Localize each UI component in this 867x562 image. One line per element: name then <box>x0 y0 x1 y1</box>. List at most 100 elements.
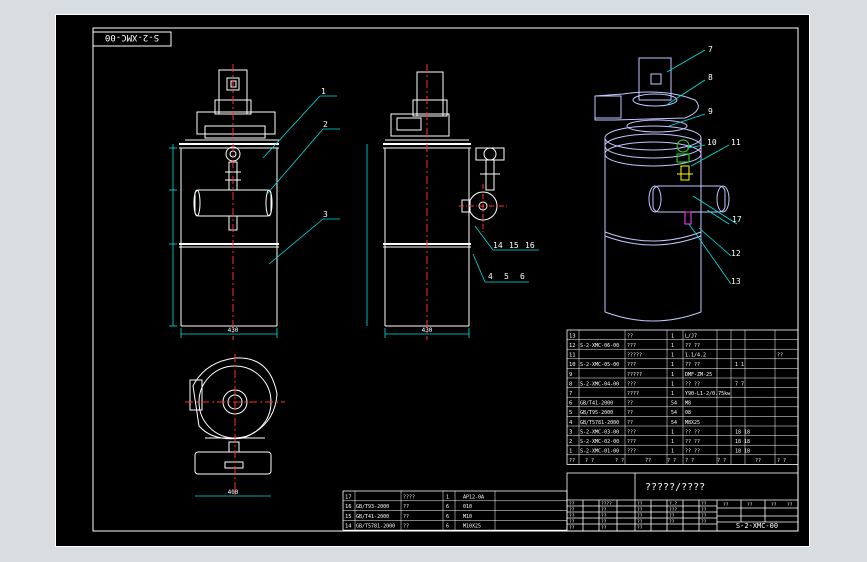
bom-upper-qty: 1 <box>671 362 674 368</box>
bom-upper-material: ?? ?? <box>685 449 700 455</box>
balloon-13: 13 <box>731 277 741 286</box>
bom-lower-material: 010 <box>463 504 472 510</box>
bom-upper-no: 7 <box>569 391 572 397</box>
bom-upper-name: ???? <box>627 391 639 397</box>
title-block-cell: ?? <box>601 507 607 513</box>
inner-frame <box>92 27 799 532</box>
title-block-cell: ?? <box>701 501 707 507</box>
title-block-cell: ?.? <box>669 501 677 507</box>
balloon-12: 12 <box>731 249 741 258</box>
balloon-3: 3 <box>323 210 328 219</box>
iso-view <box>594 57 730 322</box>
balloon-16: 16 <box>525 241 535 250</box>
bom-upper-name: ?? <box>627 420 633 426</box>
balloon-17: 17 <box>732 215 742 224</box>
bom-upper-material: L/J7 <box>685 333 697 339</box>
bom-upper-name: ?? <box>627 333 633 339</box>
bom-upper-header: ? ? <box>777 458 786 464</box>
bom-upper-qty: 1 <box>671 439 674 445</box>
bom-upper-no: 12 <box>569 343 576 349</box>
bom-upper-material: M8X25 <box>685 420 700 426</box>
front-dims <box>169 144 278 338</box>
code-box: S-2-XMC-00 <box>92 31 172 47</box>
title-block-cell: ?? <box>601 525 607 531</box>
bom-upper-material: ?? ?? <box>685 439 700 445</box>
bom-upper-header: ? ? <box>685 458 694 464</box>
fan-housing <box>196 111 276 135</box>
title-block-cell: ?? <box>569 513 575 519</box>
bom-upper-name: ??? <box>627 429 636 435</box>
bom-upper-material: 1.1/4.2 <box>685 353 706 359</box>
bom-upper-qty: 54 <box>671 401 677 407</box>
balloon-7: 7 <box>708 45 713 54</box>
bom-upper-qty: 1 <box>671 449 674 455</box>
title-block-cell: ?? <box>701 507 707 513</box>
bom-upper-note: ?? <box>777 353 783 359</box>
bom-lower-qty: 6 <box>446 504 449 510</box>
code-box-text: S-2-XMC-00 <box>105 32 159 42</box>
bom-upper-qty: 54 <box>671 420 677 426</box>
bom-lower-name: ?? <box>403 524 409 530</box>
title-block-cell: ?? <box>637 507 643 513</box>
bom-upper-no: 5 <box>569 410 572 416</box>
bom-upper-material: ?? ?? <box>685 362 700 368</box>
bom-upper-qty: 1 <box>671 372 674 378</box>
bom-upper-header: ? ? <box>667 458 676 464</box>
bom-upper-qty: 1 <box>671 353 674 359</box>
bom-upper-no: 13 <box>569 333 576 339</box>
bom-lower-no: 15 <box>345 514 352 520</box>
bom-upper-table: 13?? 1 L/J712 S-2-XMC-06-00??? 1?? ??11?????… <box>566 329 799 465</box>
bom-lower-name: ?? <box>403 514 409 520</box>
outer-frame <box>55 14 810 547</box>
balloon-6: 6 <box>520 272 525 281</box>
bom-lower-no: 14 <box>345 524 352 530</box>
bom-upper-qty: 54 <box>671 410 677 416</box>
bom-upper-code: S-2-XMC-03-00 <box>580 429 619 435</box>
drawing-number: S-2-XMC-00 <box>736 522 778 530</box>
bom-upper-header: ? ? <box>717 458 726 464</box>
bom-upper-no: 4 <box>569 420 573 426</box>
bom-upper-weight: 7 7 <box>735 381 744 387</box>
bom-lower-code: GB/T93-2000 <box>356 504 389 510</box>
bom-upper-name: ??? <box>627 343 636 349</box>
title-block-cell: ?? <box>637 513 643 519</box>
bom-upper-code: GB/T95-2000 <box>580 410 613 416</box>
bom-upper-no: 10 <box>569 362 576 368</box>
bom-upper-weight: 18 18 <box>735 449 750 455</box>
title-block-cell: ?? <box>637 525 643 531</box>
bom-upper-name: ????? <box>627 372 642 378</box>
bom-upper-name: ????? <box>627 353 642 359</box>
bom-upper-material: ?? ?? <box>685 381 700 387</box>
bom-lower-code: GB/T41-2000 <box>356 514 389 520</box>
balloon-15: 15 <box>509 241 519 250</box>
bom-upper-no: 1 <box>569 449 572 455</box>
bom-upper-code: GB/T41-2000 <box>580 401 613 407</box>
bom-upper-code: GB/T5781-2000 <box>580 420 619 426</box>
side-view <box>383 71 505 327</box>
balloon-11: 11 <box>731 138 741 147</box>
title-block-scale-cell: ?? <box>771 502 777 508</box>
title-block-scale-cell: ?? <box>787 502 793 508</box>
bom-upper-weight: 18 18 <box>735 429 750 435</box>
balloon-9: 9 <box>708 107 713 116</box>
title-block-cell: ?? <box>601 519 607 525</box>
bom-upper-name: ??? <box>627 439 636 445</box>
bom-upper-code: S-2-XMC-01-00 <box>580 449 619 455</box>
front-view <box>179 69 279 327</box>
bom-upper-qty: 1 <box>671 343 674 349</box>
balloon-2: 2 <box>323 120 328 129</box>
bom-upper-code: S-2-XMC-06-00 <box>580 343 619 349</box>
title-block-cell: ?? <box>669 513 675 519</box>
bom-lower-qty: 1 <box>446 494 449 500</box>
plan-view <box>189 357 278 475</box>
title-block-cell: ?? <box>569 507 575 513</box>
bom-upper-qty: 1 <box>671 391 674 397</box>
bom-upper-name: ?? <box>627 401 633 407</box>
side-width-dim: 430 <box>422 327 433 334</box>
bom-upper-code: S-2-XMC-04-00 <box>580 381 619 387</box>
bom-lower-no: 17 <box>345 494 352 500</box>
bom-upper-header: ?? <box>755 458 761 464</box>
drawing-canvas: S-2-XMC-00 430 1 2 3 430 14 15 16 4 5 6 … <box>55 14 810 547</box>
cad-viewport[interactable]: S-2-XMC-00 430 1 2 3 430 14 15 16 4 5 6 … <box>55 14 810 547</box>
title-block-cell: ?? <box>669 519 675 525</box>
